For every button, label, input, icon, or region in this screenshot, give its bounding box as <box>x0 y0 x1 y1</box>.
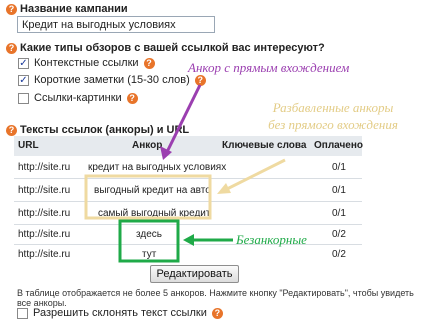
annotation-diluted-line2: без прямого вхождения <box>268 117 398 132</box>
annotation-overlay <box>84 84 286 263</box>
annotation-direct-anchor: Анкор с прямым вхождением <box>188 60 350 75</box>
annotation-diluted-anchors: Разбавленные анкоры без прямого вхождени… <box>258 99 408 133</box>
annotation-diluted-line1: Разбавленные анкоры <box>272 100 394 115</box>
green-arrow-head <box>183 234 194 246</box>
beige-arrow-line <box>224 158 286 192</box>
purple-arrow-line <box>165 84 202 153</box>
diluted-anchors-highlight <box>84 174 212 220</box>
no-anchor-highlight <box>118 219 180 263</box>
annotation-no-anchor: Безанкорные <box>236 232 307 247</box>
